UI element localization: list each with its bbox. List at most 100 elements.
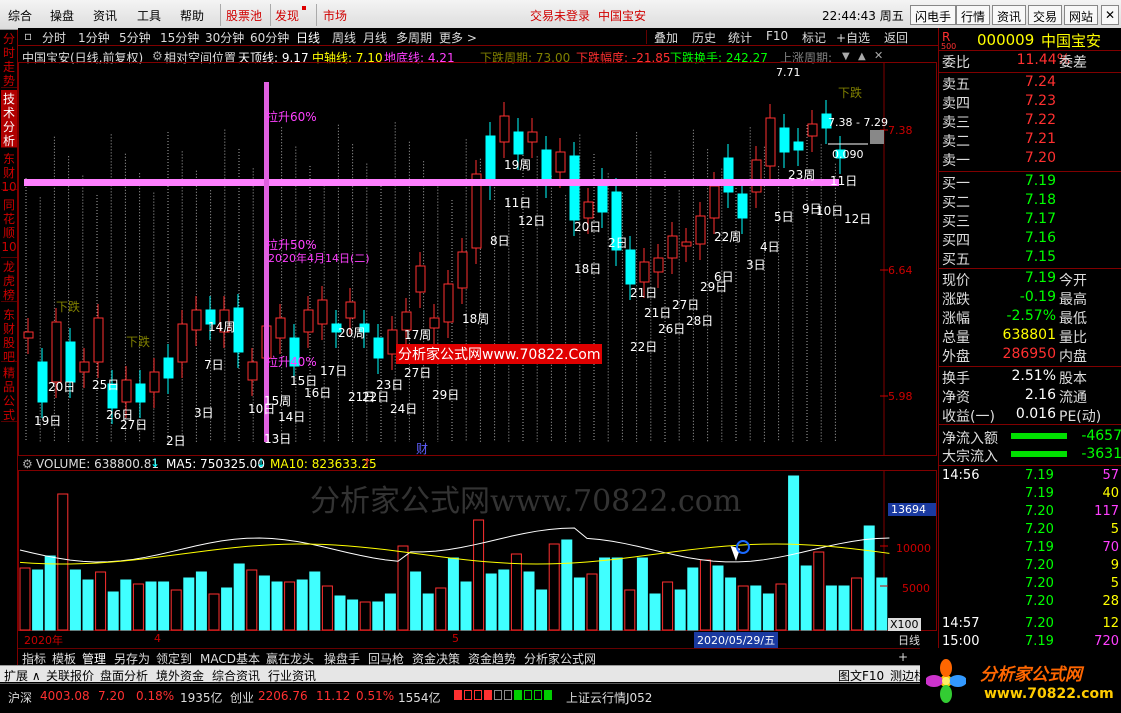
day-label: 14周 (208, 320, 236, 334)
menu-item-shichang[interactable]: 市场 (323, 7, 347, 24)
day-label: 17日 (320, 364, 348, 378)
website-button[interactable]: 网站 (1064, 5, 1099, 25)
news-button[interactable]: 资讯 (992, 5, 1027, 25)
menu-item-caopan[interactable]: 操盘 (50, 7, 74, 24)
volume-bar (233, 563, 245, 631)
mark-button[interactable]: 标记 (802, 29, 826, 46)
tab-monthly[interactable]: 月线 (363, 29, 387, 46)
close-icon-small[interactable]: ✕ (874, 49, 883, 62)
tab-technical[interactable]: 技术分析 (1, 90, 17, 148)
tab-30min[interactable]: 30分钟 (205, 29, 244, 46)
stat-row: 涨幅 -2.57% 最低 (942, 308, 1087, 327)
tab-60min[interactable]: 60分钟 (250, 29, 289, 46)
buy-row: 买一 7.19 (942, 173, 1056, 192)
gear-icon[interactable]: ⚙ (22, 457, 33, 471)
tab-dongcai10[interactable]: 东财10 (1, 150, 17, 194)
related-quote-tab[interactable]: 关联报价 (46, 667, 94, 684)
stat-row: 涨跌 -0.19 最高 (942, 289, 1087, 308)
candle-body (695, 215, 706, 245)
day-label: 18周 (462, 312, 490, 326)
candle-body (681, 241, 692, 247)
kline-chart[interactable] (18, 62, 938, 457)
stats-button[interactable]: 统计 (728, 29, 752, 46)
indicator-tabs: 指标 模板 管理 另存为 领定到 MACD基本 赢在龙头 操盘手 回马枪 资金决… (18, 648, 938, 666)
volume-bar (221, 587, 233, 631)
back-button[interactable]: 返回 (884, 29, 908, 46)
f10-button[interactable]: F10 (766, 29, 788, 43)
day-label: 29日 (432, 388, 460, 402)
tab-1min[interactable]: 1分钟 (78, 29, 110, 46)
tab-fenshi[interactable]: 分时 (42, 29, 66, 46)
volume-bar (158, 581, 170, 631)
day-label: 15周 (264, 394, 292, 408)
volume-bar (19, 567, 31, 631)
overlay-button[interactable]: 叠加 (654, 29, 678, 46)
candle-body (317, 299, 328, 325)
index-name[interactable]: 创业 (230, 689, 254, 706)
menu-item-zonghe[interactable]: 综合 (8, 7, 32, 24)
day-label: 14日 (278, 410, 306, 424)
tab-daily[interactable]: 日线 (296, 29, 320, 46)
trade-button[interactable]: 交易 (1028, 5, 1063, 25)
volume-bar (750, 585, 762, 631)
menu-item-zixun[interactable]: 资讯 (93, 7, 117, 24)
news-ticker[interactable]: 上证云行情J052 (566, 689, 652, 706)
tab-guba[interactable]: 东财股吧 (1, 306, 17, 364)
breadth-segment (514, 690, 522, 700)
volume-bar (372, 601, 384, 631)
volume-bar (334, 595, 346, 631)
flash-trade-button[interactable]: 闪电手 (910, 5, 957, 25)
day-label: 28日 (686, 314, 714, 328)
menu-item-bangzhu[interactable]: 帮助 (180, 7, 204, 24)
volume-bar (44, 555, 56, 631)
tab-5min[interactable]: 5分钟 (119, 29, 151, 46)
buy-row: 买四 7.16 (942, 230, 1056, 249)
f10-graphic-button[interactable]: 图文F10 (838, 667, 884, 684)
menu-item-gupiaochi[interactable]: 股票池 (226, 7, 262, 24)
gear-icon[interactable]: ⚙ (152, 49, 163, 63)
tab-longhubang[interactable]: 龙虎榜 (1, 258, 17, 302)
add-icon[interactable]: + (898, 650, 908, 664)
candle-body (737, 193, 748, 219)
tab-15min[interactable]: 15分钟 (160, 29, 199, 46)
index-name[interactable]: 沪深 (8, 689, 32, 706)
index-amount: 1554亿 (398, 691, 441, 705)
menu-bar: 综合 操盘 资讯 工具 帮助 股票池 发现 市场 交易未登录 中国宝安 22:4… (0, 0, 1121, 30)
industry-news-tab[interactable]: 行业资讯 (268, 667, 316, 684)
quote-button[interactable]: 行情 (956, 5, 991, 25)
tab-tonghuashun10[interactable]: 同花顺10 (1, 196, 17, 258)
arrow-down-icon[interactable]: ▼ (842, 51, 850, 62)
volume-bar (586, 573, 598, 631)
add-watchlist-button[interactable]: +自选 (836, 29, 870, 46)
day-label: 5日 (774, 210, 794, 224)
volume-bar (258, 575, 270, 631)
market-analysis-tab[interactable]: 盘面分析 (100, 667, 148, 684)
general-news-tab[interactable]: 综合资讯 (212, 667, 260, 684)
volume-bar (813, 551, 825, 631)
price-range-box (870, 130, 884, 144)
menu-item-gongju[interactable]: 工具 (137, 7, 161, 24)
rise-40-label: 拉升40% (266, 355, 317, 369)
square-icon[interactable]: ▫ (24, 29, 32, 43)
arrow-up-icon[interactable]: ▲ (858, 51, 866, 62)
history-button[interactable]: 历史 (692, 29, 716, 46)
candle-body (793, 141, 804, 151)
tab-weekly[interactable]: 周线 (332, 29, 356, 46)
tick-row: 14:56 7.19 57 (942, 468, 1119, 483)
sidebar-toggle-button[interactable]: 测边栏 (890, 667, 920, 684)
fall-label: 下跌 (126, 335, 151, 349)
volume-bar (284, 581, 296, 631)
expand-button[interactable]: 扩展 ∧ (4, 667, 41, 684)
tab-more[interactable]: 更多 > (439, 29, 477, 46)
volume-bar (384, 593, 396, 631)
menu-item-faxian[interactable]: 发现 (275, 7, 299, 24)
tab-multi-period[interactable]: 多周期 (396, 29, 432, 46)
login-status[interactable]: 交易未登录 (530, 7, 590, 24)
tab-jingpin[interactable]: 精品公式 (1, 364, 17, 422)
day-label: 2日 (166, 434, 186, 448)
tab-intraday[interactable]: 分时走势 (1, 30, 17, 88)
foreign-fund-tab[interactable]: 境外资金 (156, 667, 204, 684)
volume-bar (548, 543, 560, 631)
close-icon[interactable]: ✕ (1101, 5, 1120, 25)
candle-body (639, 261, 650, 283)
